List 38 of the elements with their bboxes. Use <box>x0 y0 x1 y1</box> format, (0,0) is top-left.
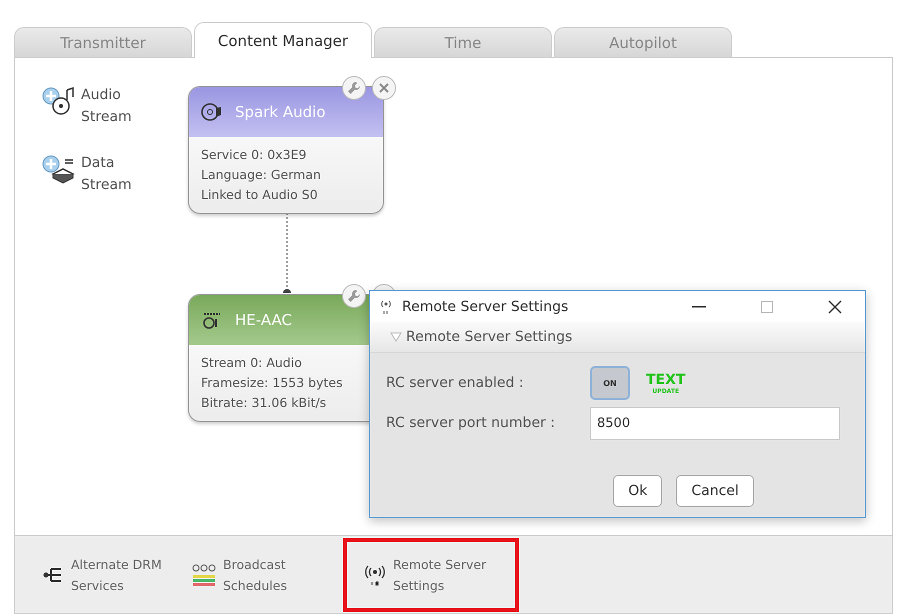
node-detail: Stream 0: Audio <box>201 354 303 372</box>
audio-codec-icon <box>201 310 223 330</box>
node-title: Spark Audio <box>235 103 326 121</box>
node-detail: Language: German <box>201 166 322 184</box>
dialog-button[interactable]: Ok <box>613 475 662 507</box>
node-detail: Bitrate: 31.06 kBit/s <box>201 394 328 412</box>
antenna-icon <box>378 298 394 314</box>
wrench-icon <box>347 81 361 95</box>
close-icon <box>378 82 390 94</box>
section-title: Remote Server Settings <box>406 329 572 345</box>
node-detail: Framesize: 1553 bytes <box>201 374 344 392</box>
toggle-button[interactable]: ON <box>590 366 630 400</box>
antenna-icon <box>363 564 387 586</box>
wrench-icon <box>347 289 361 303</box>
palette-item[interactable]: Data Stream <box>81 152 145 196</box>
node-detail: Linked to Audio S0 <box>201 186 319 204</box>
toolbar-link[interactable]: Broadcast Schedules <box>223 554 323 596</box>
minimize-icon[interactable] <box>692 306 706 308</box>
disc-icon <box>201 102 223 122</box>
maximize-icon[interactable] <box>761 300 773 312</box>
node-title: HE-AAC <box>235 311 292 329</box>
toolbar-link[interactable]: Remote Server Settings <box>393 554 493 596</box>
section-header[interactable]: Remote Server Settings <box>370 322 865 353</box>
close-icon[interactable] <box>828 300 842 314</box>
window-title: Remote Server Settings <box>402 298 570 314</box>
settings-button[interactable] <box>342 76 366 100</box>
schedule-icon <box>191 562 217 586</box>
remove-button[interactable] <box>372 76 396 100</box>
tab[interactable]: Content Manager <box>194 22 372 58</box>
input-field[interactable]: 8500 <box>590 406 840 440</box>
palette-item[interactable]: Audio Stream <box>81 84 145 128</box>
toolbar-link[interactable]: Alternate DRM Services <box>71 554 171 596</box>
dialog-button[interactable]: Cancel <box>676 475 754 507</box>
field-label: RC server enabled : <box>386 375 525 391</box>
field-label: RC server port number : <box>386 415 556 431</box>
node-detail: Service 0: 0x3E9 <box>201 146 308 164</box>
node-card[interactable]: Spark Audio Service 0: 0x3E9 Language: German Linked to Audio S0 <box>188 86 384 214</box>
settings-button[interactable] <box>342 284 366 308</box>
